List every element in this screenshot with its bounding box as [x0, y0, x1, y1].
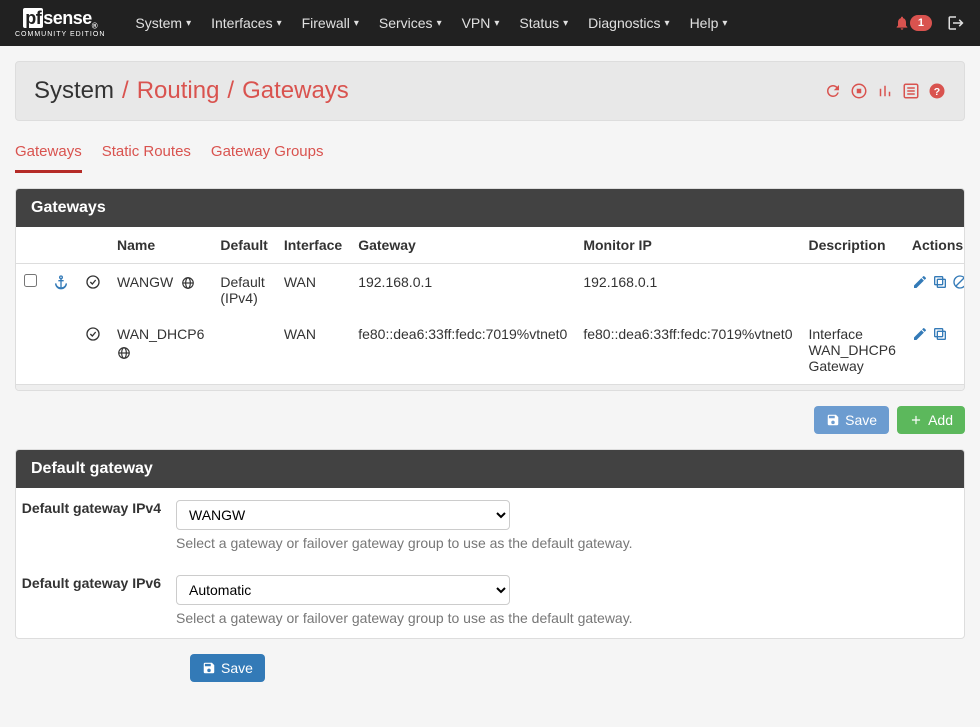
globe-icon: [117, 346, 131, 360]
nav-system[interactable]: System▾: [125, 3, 201, 43]
save-button[interactable]: Save: [814, 406, 889, 434]
save-icon: [826, 413, 840, 427]
gateways-panel: Gateways Name Default Interface Gateway …: [15, 188, 965, 391]
scroll-hint: [16, 384, 964, 390]
navbar: pfsense® COMMUNITY EDITION System▾ Inter…: [0, 0, 980, 46]
col-gateway: Gateway: [350, 227, 575, 264]
save-icon: [202, 661, 216, 675]
tab-static-routes[interactable]: Static Routes: [102, 133, 191, 173]
cell-default: [212, 316, 275, 384]
cell-gateway: 192.168.0.1: [350, 264, 575, 317]
tabs: Gateways Static Routes Gateway Groups: [15, 133, 965, 173]
plus-icon: [909, 413, 923, 427]
cell-interface: WAN: [276, 264, 350, 317]
cell-monitor: fe80::dea6:33ff:fedc:7019%vtnet0: [575, 316, 800, 384]
col-interface: Interface: [276, 227, 350, 264]
nav-help[interactable]: Help▾: [680, 3, 738, 43]
nav-firewall[interactable]: Firewall▾: [292, 3, 369, 43]
page-header: System / Routing / Gateways ?: [15, 61, 965, 121]
edit-icon[interactable]: [912, 274, 928, 290]
cell-interface: WAN: [276, 316, 350, 384]
logout-icon[interactable]: [947, 14, 965, 32]
logo[interactable]: pfsense® COMMUNITY EDITION: [15, 8, 105, 39]
gateways-table: Name Default Interface Gateway Monitor I…: [16, 227, 965, 384]
add-button[interactable]: Add: [897, 406, 965, 434]
nav-vpn[interactable]: VPN▾: [452, 3, 510, 43]
ipv4-select[interactable]: WANGW: [176, 500, 510, 530]
col-monitor: Monitor IP: [575, 227, 800, 264]
save-button-bottom[interactable]: Save: [190, 654, 265, 682]
ipv4-help: Select a gateway or failover gateway gro…: [176, 535, 844, 551]
table-row: WANGW Default (IPv4) WAN 192.168.0.1 192…: [16, 264, 965, 317]
cell-desc: [800, 264, 903, 317]
col-actions: Actions: [904, 227, 965, 264]
disable-icon[interactable]: [952, 274, 965, 290]
help-icon[interactable]: ?: [928, 82, 946, 100]
cell-default: Default (IPv4): [212, 264, 275, 317]
default-gateway-title: Default gateway: [16, 450, 964, 488]
cell-name: WAN_DHCP6: [109, 316, 212, 384]
ipv6-label: Default gateway IPv6: [16, 575, 176, 626]
bell-icon: [894, 15, 910, 31]
tab-gateway-groups[interactable]: Gateway Groups: [211, 133, 324, 173]
status-check-icon: [85, 274, 101, 290]
table-row: WAN_DHCP6 WAN fe80::dea6:33ff:fedc:7019%…: [16, 316, 965, 384]
svg-text:?: ?: [934, 86, 940, 98]
copy-icon[interactable]: [932, 274, 948, 290]
nav-status[interactable]: Status▾: [509, 3, 578, 43]
nav-diagnostics[interactable]: Diagnostics▾: [578, 3, 679, 43]
edit-icon[interactable]: [912, 326, 928, 342]
nav-services[interactable]: Services▾: [369, 3, 452, 43]
bc-routing[interactable]: Routing: [137, 77, 220, 105]
copy-icon[interactable]: [932, 326, 948, 342]
ipv4-label: Default gateway IPv4: [16, 500, 176, 551]
cell-monitor: 192.168.0.1: [575, 264, 800, 317]
row-checkbox[interactable]: [24, 274, 37, 287]
bc-system[interactable]: System: [34, 77, 114, 105]
col-name: Name: [109, 227, 212, 264]
stop-icon[interactable]: [850, 82, 868, 100]
cell-name: WANGW: [109, 264, 212, 317]
ipv6-select[interactable]: Automatic: [176, 575, 510, 605]
breadcrumb: System / Routing / Gateways: [34, 77, 349, 105]
nav-interfaces[interactable]: Interfaces▾: [201, 3, 292, 43]
notif-badge: 1: [910, 15, 932, 31]
tab-gateways[interactable]: Gateways: [15, 133, 82, 173]
notifications[interactable]: 1: [894, 15, 932, 31]
anchor-icon[interactable]: [53, 274, 69, 290]
col-description: Description: [800, 227, 903, 264]
nav-menu: System▾ Interfaces▾ Firewall▾ Services▾ …: [125, 3, 894, 43]
default-gateway-panel: Default gateway Default gateway IPv4 WAN…: [15, 449, 965, 639]
globe-icon: [181, 276, 195, 290]
chart-icon[interactable]: [876, 82, 894, 100]
reload-icon[interactable]: [824, 82, 842, 100]
col-default: Default: [212, 227, 275, 264]
status-check-icon: [85, 326, 101, 342]
ipv6-help: Select a gateway or failover gateway gro…: [176, 610, 844, 626]
gateways-panel-title: Gateways: [16, 189, 964, 227]
cell-desc: Interface WAN_DHCP6 Gateway: [800, 316, 903, 384]
list-icon[interactable]: [902, 82, 920, 100]
cell-gateway: fe80::dea6:33ff:fedc:7019%vtnet0: [350, 316, 575, 384]
button-row: Save Add: [15, 406, 965, 434]
bc-gateways[interactable]: Gateways: [242, 77, 349, 105]
